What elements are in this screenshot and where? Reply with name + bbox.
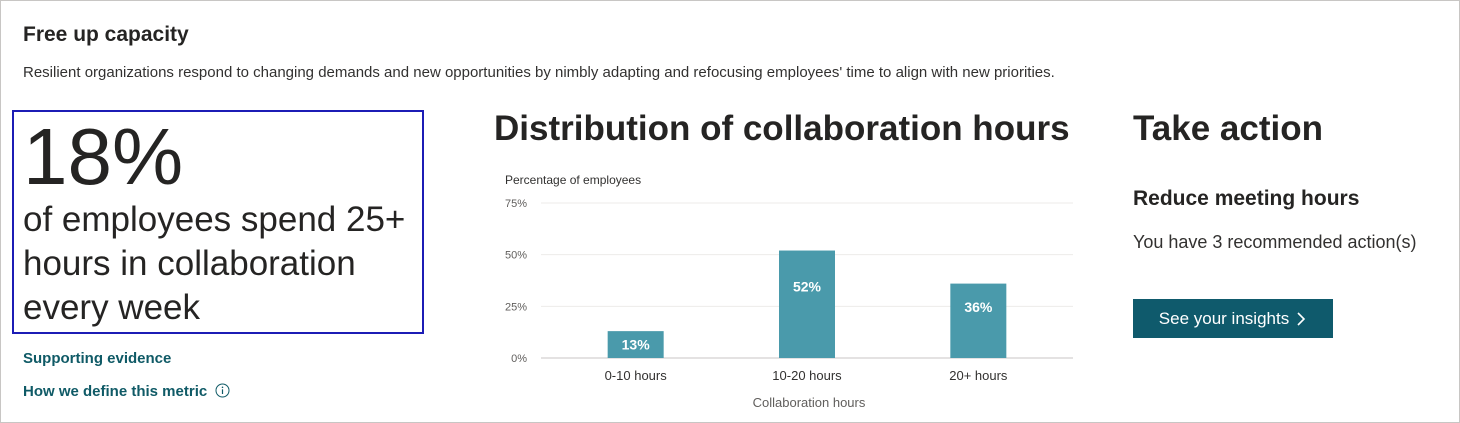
x-tick-label: 10-20 hours [772,368,842,383]
define-metric-link[interactable]: How we define this metric [23,383,230,400]
recommended-actions-text: You have 3 recommended action(s) [1133,232,1417,252]
x-tick-label: 20+ hours [949,368,1008,383]
take-action-title: Take action [1133,109,1323,148]
see-your-insights-label: See your insights [1158,308,1290,328]
x-axis-ticks: 0-10 hours 10-20 hours 20+ hours [605,368,1008,383]
info-icon[interactable] [215,383,230,398]
stat-value: 18% [23,112,184,201]
bar-20-hours[interactable] [950,283,1007,358]
supporting-evidence-link[interactable]: Supporting evidence [23,350,171,367]
stat-description: of employees spend 25+ hours in collabor… [23,200,406,327]
collaboration-hours-chart: Percentage of employees 0% 25% 50% 75% 13% 5… [505,173,1073,410]
card-title: Free up capacity [23,23,189,46]
x-axis-label: Collaboration hours [753,395,866,410]
x-tick-label: 0-10 hours [605,368,668,383]
y-tick-label: 75% [505,198,527,210]
supporting-evidence-label: Supporting evidence [23,350,172,367]
y-tick-label: 0% [511,353,527,365]
stat-highlight-box: 18% of employees spend 25+ hours in coll… [12,110,424,334]
bar-10-20-hours[interactable] [779,250,835,358]
y-tick-label: 25% [505,301,527,313]
define-metric-label: How we define this metric [23,383,208,400]
bars-group: 13% 52% 36% [607,250,1007,358]
card-subtitle: Resilient organizations respond to chang… [23,64,1055,81]
y-axis-label: Percentage of employees [505,173,641,187]
bar-value-label: 52% [793,278,822,294]
bar-value-label: 36% [964,299,993,315]
see-your-insights-button[interactable]: See your insights [1133,299,1333,338]
reduce-meeting-hours-heading: Reduce meeting hours [1133,187,1360,210]
bar-value-label: 13% [622,337,651,353]
chart-title: Distribution of collaboration hours [494,109,1070,148]
free-up-capacity-card: Free up capacity Resilient organizations… [0,0,1460,423]
chevron-right-icon [1297,311,1306,326]
y-tick-label: 50% [505,250,527,262]
